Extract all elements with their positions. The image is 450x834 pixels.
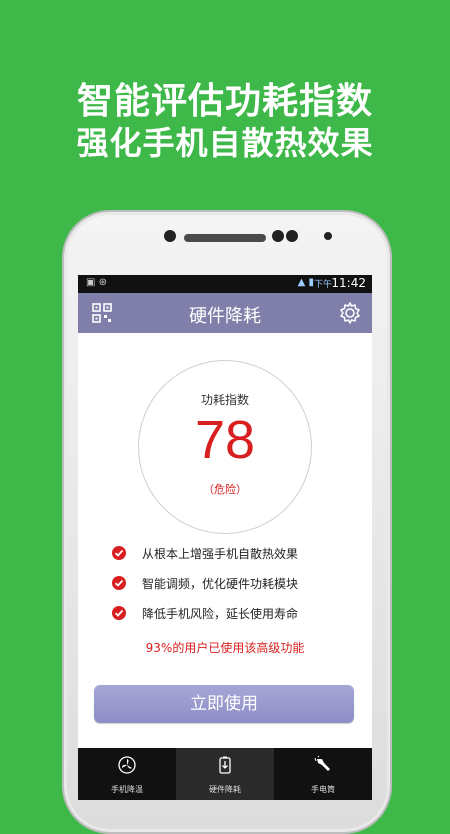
check-icon xyxy=(112,546,126,560)
gauge-label: 功耗指数 xyxy=(200,393,249,407)
feature-text: 从根本上增强手机自散热效果 xyxy=(142,547,299,561)
promo-headline: 智能评估功耗指数 xyxy=(76,81,373,122)
phone-sensor xyxy=(164,230,176,242)
gauge-value: 78 xyxy=(194,410,256,470)
tab-label: 手机降温 xyxy=(111,785,143,794)
app-screen: ▣ ⊛ ▲ ▮ 下午 11:42 硬件降耗 功耗指数 78 （危险） 从根本上增… xyxy=(78,275,372,800)
tab-label: 硬件降耗 xyxy=(209,785,241,794)
users-stat-text: 93%的用户已使用该高级功能 xyxy=(145,641,305,655)
app-title: 硬件降耗 xyxy=(189,306,261,327)
feature-text: 智能调频，优化硬件功耗模块 xyxy=(142,577,299,591)
tab-flashlight[interactable]: 手电筒 xyxy=(274,748,372,800)
status-bar: ▣ ⊛ ▲ ▮ 下午 11:42 xyxy=(78,275,372,293)
signal-icon: ▲ ▮ xyxy=(297,277,314,288)
power-index-gauge: 功耗指数 78 （危险） xyxy=(138,360,312,534)
battery-icon xyxy=(219,756,231,774)
feature-text: 降低手机风险，延长使用寿命 xyxy=(142,607,299,621)
check-icon xyxy=(112,606,126,620)
bottom-tab-bar: 手机降温 硬件降耗 手电筒 xyxy=(78,748,372,800)
tab-phone-cooling[interactable]: 手机降温 xyxy=(78,748,176,800)
flashlight-icon xyxy=(314,756,330,771)
tab-label: 手电筒 xyxy=(311,785,335,794)
status-ampm: 下午 xyxy=(313,280,332,290)
app-titlebar: 硬件降耗 xyxy=(78,293,372,333)
gear-icon[interactable] xyxy=(338,301,362,325)
phone-sensor xyxy=(286,230,298,242)
status-time: 11:42 xyxy=(331,276,366,290)
fan-icon xyxy=(118,756,136,774)
use-now-button[interactable]: 立即使用 xyxy=(94,685,354,723)
phone-light xyxy=(324,232,332,240)
phone-camera xyxy=(272,230,284,242)
promo-subheadline: 强化手机自散热效果 xyxy=(76,124,374,162)
status-notification-icons: ▣ ⊛ xyxy=(86,277,108,288)
gauge-status: （危险） xyxy=(203,483,247,496)
phone-speaker xyxy=(184,234,266,242)
check-icon xyxy=(112,576,126,590)
tab-hardware-power[interactable]: 硬件降耗 xyxy=(176,748,274,800)
